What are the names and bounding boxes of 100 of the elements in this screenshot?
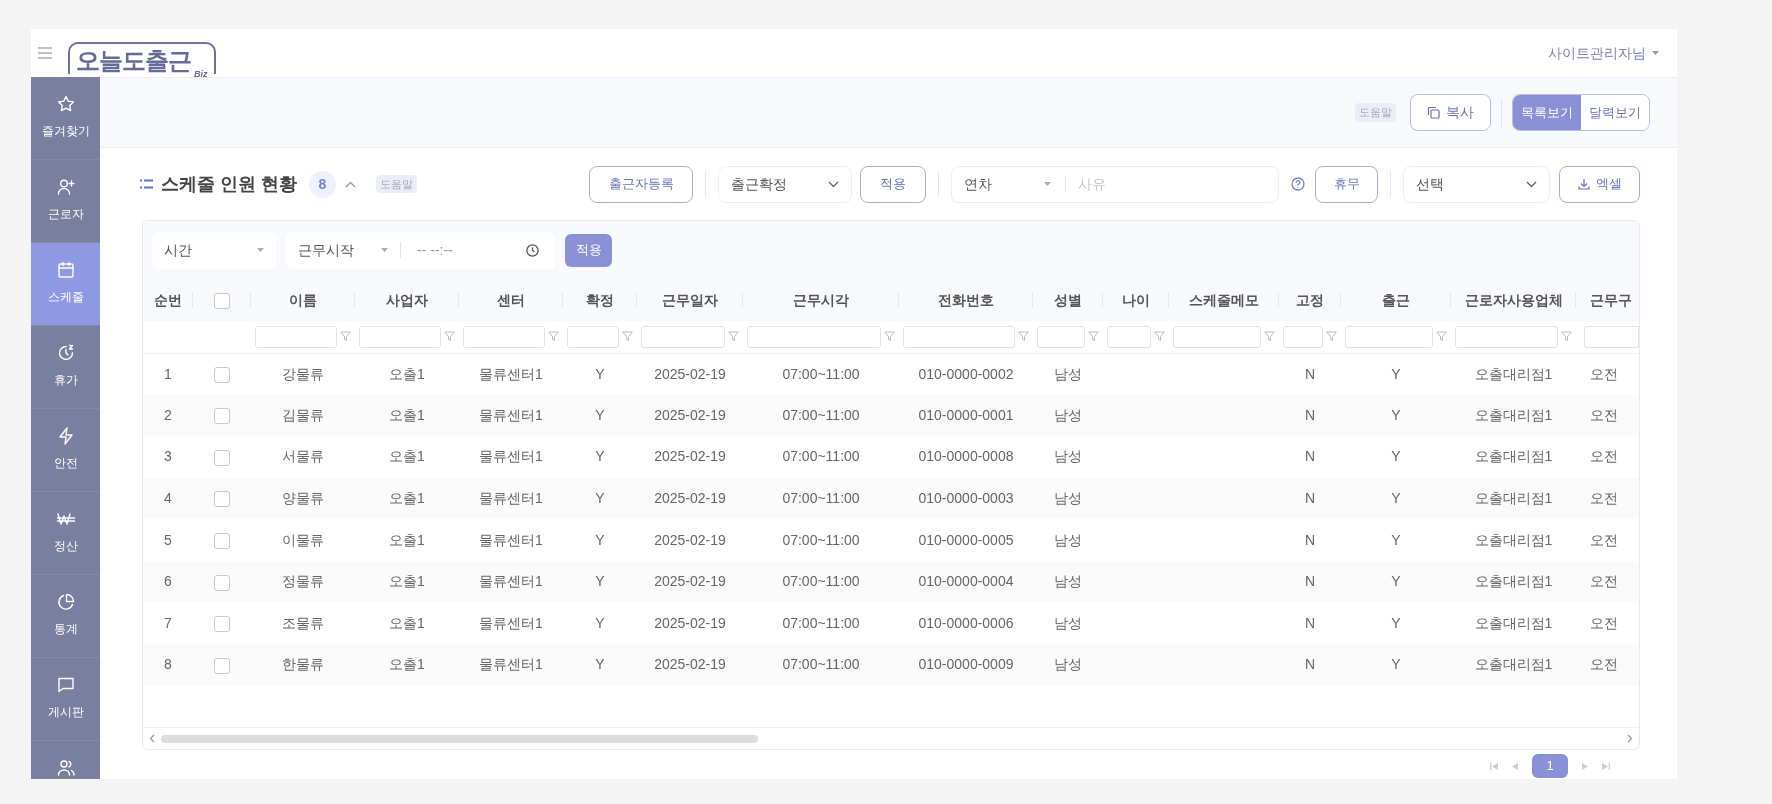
filter-icon[interactable] bbox=[1436, 331, 1447, 343]
filter-icon[interactable] bbox=[1018, 331, 1029, 343]
filter-field[interactable] bbox=[1037, 325, 1085, 348]
column-header[interactable]: 출근 bbox=[1382, 291, 1410, 308]
checkbox[interactable] bbox=[214, 366, 230, 383]
type-select[interactable]: 시간 bbox=[152, 231, 276, 269]
column-header[interactable]: 전화번호 bbox=[938, 291, 994, 308]
apply-button[interactable]: 적용 bbox=[860, 165, 926, 203]
confirm-select[interactable]: 출근확정 bbox=[718, 165, 852, 203]
filter-field[interactable] bbox=[1345, 325, 1433, 348]
apply-button[interactable]: 적용 bbox=[565, 233, 612, 267]
filter-field[interactable] bbox=[255, 325, 337, 348]
filter-icon[interactable] bbox=[1326, 331, 1337, 343]
column-header[interactable]: 사업자 bbox=[386, 291, 428, 308]
table-cell: 오전 bbox=[1590, 531, 1618, 548]
table-cell: Y bbox=[595, 448, 605, 465]
sidebar-item[interactable]: 휴가 bbox=[31, 326, 100, 409]
table-cell: 오출1 bbox=[389, 531, 425, 548]
table-cell: Y bbox=[595, 614, 605, 631]
sidebar-item[interactable]: 통계 bbox=[31, 575, 100, 658]
filter-field[interactable] bbox=[1283, 325, 1323, 348]
filter-icon[interactable] bbox=[1561, 331, 1572, 343]
next-page-icon[interactable] bbox=[1582, 762, 1588, 770]
column-header[interactable]: 스케줄메모 bbox=[1189, 291, 1259, 308]
column-header[interactable]: 근로자사용업체 bbox=[1464, 291, 1563, 308]
time-field-select[interactable]: 근무시작 bbox=[286, 239, 400, 261]
checkbox[interactable] bbox=[214, 292, 230, 309]
table-cell: 07:00~11:00 bbox=[782, 490, 860, 507]
checkbox[interactable] bbox=[214, 408, 230, 425]
table-cell: 오출1 bbox=[389, 490, 425, 507]
filter-field[interactable] bbox=[1107, 325, 1151, 348]
column-header[interactable]: 센터 bbox=[497, 291, 525, 308]
table-cell: 물류센터1 bbox=[479, 406, 543, 423]
table-cell: 오출대리점1 bbox=[1474, 365, 1553, 382]
table-cell: 2025-02-19 bbox=[654, 448, 726, 465]
time-field[interactable]: -- --:-- bbox=[401, 239, 555, 261]
column-header[interactable]: 이름 bbox=[289, 291, 317, 308]
register-button[interactable]: 출근자등록 bbox=[589, 165, 693, 203]
checkbox[interactable] bbox=[214, 657, 230, 674]
table-cell: 오출대리점1 bbox=[1474, 531, 1553, 548]
filter-field[interactable] bbox=[903, 325, 1015, 348]
column-header[interactable]: 근무시각 bbox=[793, 291, 849, 308]
filter-field[interactable] bbox=[747, 325, 881, 348]
excel-button[interactable]: 엑셀 bbox=[1559, 165, 1640, 203]
column-header[interactable]: 근무구 bbox=[1590, 291, 1632, 308]
column-header[interactable]: 고정 bbox=[1296, 291, 1324, 308]
table-cell: 오전 bbox=[1590, 490, 1618, 507]
row-number: 3 bbox=[164, 448, 172, 465]
column-header[interactable]: 근무일자 bbox=[662, 291, 718, 308]
filter-field[interactable] bbox=[1173, 325, 1261, 348]
filter-icon[interactable] bbox=[884, 331, 895, 343]
filter-field[interactable] bbox=[1455, 325, 1558, 348]
filter-field[interactable] bbox=[1584, 325, 1639, 348]
caret-icon bbox=[257, 248, 264, 252]
view-tab[interactable]: 달력보기 bbox=[1581, 95, 1649, 130]
checkbox[interactable] bbox=[214, 449, 230, 466]
scroll-right-icon[interactable] bbox=[1627, 734, 1633, 743]
filter-icon[interactable] bbox=[1154, 331, 1165, 343]
page-button[interactable]: 1 bbox=[1532, 754, 1568, 778]
collapse-icon[interactable] bbox=[345, 180, 356, 188]
scrollbar-thumb[interactable] bbox=[161, 734, 758, 743]
filter-icon[interactable] bbox=[622, 331, 633, 343]
column-header[interactable]: 확정 bbox=[586, 291, 614, 308]
day-off-button[interactable]: 휴무 bbox=[1315, 165, 1378, 203]
sidebar-item[interactable]: 스케줄 bbox=[31, 243, 100, 326]
help-icon[interactable] bbox=[1291, 177, 1305, 191]
first-page-icon[interactable] bbox=[1490, 762, 1498, 770]
user-menu[interactable]: 사이트관리자님 bbox=[1548, 42, 1646, 64]
filter-field[interactable] bbox=[359, 325, 441, 348]
table-cell: 오전 bbox=[1590, 614, 1618, 631]
filter-icon[interactable] bbox=[340, 331, 351, 343]
column-header[interactable]: 나이 bbox=[1122, 291, 1150, 308]
filter-field[interactable] bbox=[463, 325, 545, 348]
sidebar-item[interactable]: 정산 bbox=[31, 492, 100, 575]
sidebar-item[interactable]: 안전 bbox=[31, 409, 100, 492]
copy-button[interactable]: 복사 bbox=[1410, 94, 1491, 131]
choice-select[interactable]: 선택 bbox=[1403, 165, 1550, 203]
scroll-left-icon[interactable] bbox=[149, 734, 155, 743]
last-page-icon[interactable] bbox=[1602, 762, 1610, 770]
table-cell: 2025-02-19 bbox=[654, 365, 726, 382]
menu-icon[interactable] bbox=[38, 47, 52, 59]
filter-icon[interactable] bbox=[444, 331, 455, 343]
filter-icon[interactable] bbox=[548, 331, 559, 343]
checkbox[interactable] bbox=[214, 574, 230, 591]
checkbox[interactable] bbox=[214, 491, 230, 508]
filter-field[interactable] bbox=[567, 325, 619, 348]
table-cell: 010-0000-0003 bbox=[918, 490, 1014, 507]
previous-page-icon[interactable] bbox=[1512, 762, 1518, 770]
checkbox[interactable] bbox=[214, 616, 230, 633]
view-tab[interactable]: 목록보기 bbox=[1513, 95, 1581, 130]
checkbox[interactable] bbox=[214, 532, 230, 549]
column-header[interactable]: 순번 bbox=[154, 291, 182, 308]
filter-icon[interactable] bbox=[728, 331, 739, 343]
filter-icon[interactable] bbox=[1264, 331, 1275, 343]
sidebar-item[interactable]: 게시판 bbox=[31, 658, 100, 741]
column-header[interactable]: 성별 bbox=[1054, 291, 1082, 308]
filter-field[interactable] bbox=[641, 325, 725, 348]
filter-icon[interactable] bbox=[1088, 331, 1099, 343]
table-cell: 물류센터1 bbox=[479, 365, 543, 382]
people-icon bbox=[55, 758, 76, 778]
